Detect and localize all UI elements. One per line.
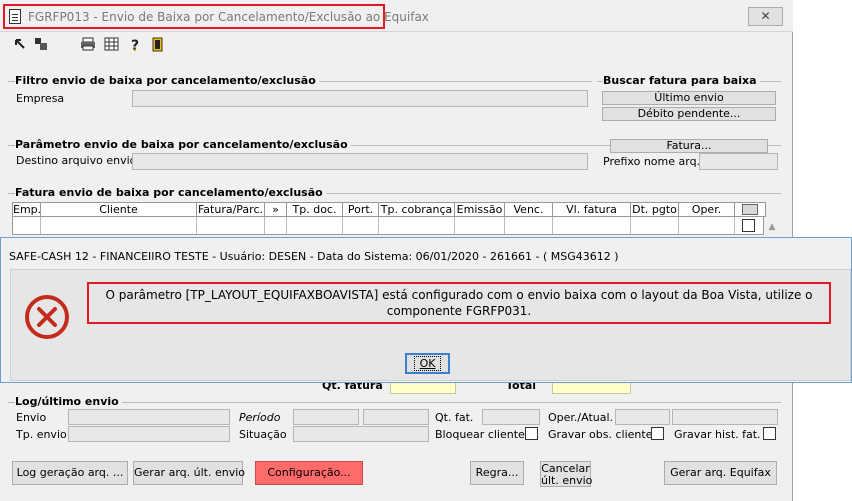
gerar-equifax-button[interactable]: Gerar arq. Equifax xyxy=(664,461,777,485)
log-group-title: Log/último envio xyxy=(15,395,122,408)
buscar-group-title: Buscar fatura para baixa xyxy=(603,74,760,87)
help-icon[interactable]: ? xyxy=(127,37,143,54)
scroll-up-arrow-icon[interactable]: ▲ xyxy=(764,218,780,236)
column-header[interactable]: Vl. fatura xyxy=(553,203,631,216)
message-line-1: O parâmetro [TP_LAYOUT_EQUIFAXBOAVISTA] … xyxy=(105,288,813,302)
exit-icon[interactable] xyxy=(150,37,166,53)
tp-envio-label: Tp. envio xyxy=(16,428,67,441)
ok-label: OK xyxy=(413,356,442,371)
prefixo-field[interactable] xyxy=(699,153,778,170)
title-bar: FGRFP013 - Envio de Baixa por Cancelamen… xyxy=(0,0,793,32)
dialog-message: O parâmetro [TP_LAYOUT_EQUIFAXBOAVISTA] … xyxy=(89,287,829,319)
gravar-hist-checkbox[interactable] xyxy=(763,427,776,440)
bloquear-cliente-label: Bloquear cliente xyxy=(435,428,525,441)
periodo-start-field xyxy=(293,409,359,425)
table-row[interactable] xyxy=(12,217,764,235)
cancelar-line2: últ. envio xyxy=(541,474,593,487)
qt-fat-label: Qt. fat. xyxy=(435,411,474,424)
situacao-field xyxy=(293,426,429,442)
oper-field xyxy=(615,409,670,425)
message-line-2: componente FGRFP031. xyxy=(386,304,532,318)
calculator-icon[interactable] xyxy=(103,37,119,53)
ok-button[interactable]: OK xyxy=(405,353,450,374)
column-header[interactable]: » xyxy=(265,203,287,216)
dialog-title-bar: SAFE-CASH 12 - FINANCEIIRO TESTE - Usuár… xyxy=(1,238,851,269)
fatura-grid-header: Emp. Cliente Fatura/Parc. » Tp. doc. Por… xyxy=(12,202,766,217)
empresa-field[interactable] xyxy=(132,90,588,107)
dialog-title: SAFE-CASH 12 - FINANCEIIRO TESTE - Usuár… xyxy=(9,250,619,263)
column-header[interactable]: Venc. xyxy=(505,203,553,216)
first-icon[interactable] xyxy=(12,37,28,53)
prefixo-label: Prefixo nome arq. xyxy=(603,155,701,168)
column-header[interactable]: Cliente xyxy=(41,203,197,216)
column-header[interactable]: Emp. xyxy=(13,203,41,216)
gravar-obs-checkbox[interactable] xyxy=(651,427,664,440)
gravar-obs-label: Gravar obs. cliente xyxy=(548,428,653,441)
periodo-label: Período xyxy=(239,411,281,424)
oper-atual-label: Oper./Atual. xyxy=(548,411,614,424)
parametro-group-title: Parâmetro envio de baixa por cancelament… xyxy=(15,138,351,151)
tp-envio-field xyxy=(68,426,230,442)
envio-field xyxy=(68,409,230,425)
select-all-toggle[interactable] xyxy=(742,204,758,215)
column-header[interactable]: Dt. pgto xyxy=(631,203,679,216)
column-header[interactable]: Fatura/Parc. xyxy=(197,203,265,216)
atual-field xyxy=(672,409,778,425)
column-header[interactable]: Port. xyxy=(343,203,379,216)
ultimo-envio-button[interactable]: Último envio xyxy=(602,91,776,105)
envio-label: Envio xyxy=(16,411,47,424)
cancelar-ult-envio-button[interactable]: Cancelar últ. envio xyxy=(540,461,593,487)
qt-fat-field xyxy=(482,409,540,425)
print-icon[interactable] xyxy=(80,37,96,53)
error-icon xyxy=(24,294,70,340)
destino-field[interactable] xyxy=(132,153,588,170)
debito-pendente-button[interactable]: Débito pendente... xyxy=(602,107,776,121)
periodo-end-field xyxy=(363,409,429,425)
title-highlight-box xyxy=(3,4,385,29)
column-header[interactable]: Tp. cobrança xyxy=(379,203,455,216)
row-checkbox[interactable] xyxy=(742,219,755,232)
gravar-hist-label: Gravar hist. fat. xyxy=(674,428,761,441)
log-group-border xyxy=(8,402,781,403)
column-header[interactable]: Emissão xyxy=(455,203,505,216)
bloquear-cliente-checkbox[interactable] xyxy=(525,427,538,440)
configuracao-button[interactable]: Configuração... xyxy=(255,461,363,485)
fatura-button[interactable]: Fatura... xyxy=(610,139,768,153)
fatura-group-title: Fatura envio de baixa por cancelamento/e… xyxy=(15,186,326,199)
destino-label: Destino arquivo envio xyxy=(16,154,137,167)
filtro-group-title: Filtro envio de baixa por cancelamento/e… xyxy=(15,74,319,87)
close-button[interactable]: ✕ xyxy=(748,7,783,26)
situacao-label: Situação xyxy=(239,428,287,441)
regra-button[interactable]: Regra... xyxy=(470,461,524,485)
gerar-ult-envio-button[interactable]: Gerar arq. últ. envio xyxy=(133,461,245,485)
empresa-label: Empresa xyxy=(16,92,65,105)
column-header[interactable]: Oper. xyxy=(679,203,735,216)
message-highlight-box: O parâmetro [TP_LAYOUT_EQUIFAXBOAVISTA] … xyxy=(87,282,831,324)
log-geracao-button[interactable]: Log geração arq. ... xyxy=(12,461,128,485)
column-header[interactable]: Tp. doc. xyxy=(287,203,343,216)
last-icon[interactable] xyxy=(33,37,49,53)
